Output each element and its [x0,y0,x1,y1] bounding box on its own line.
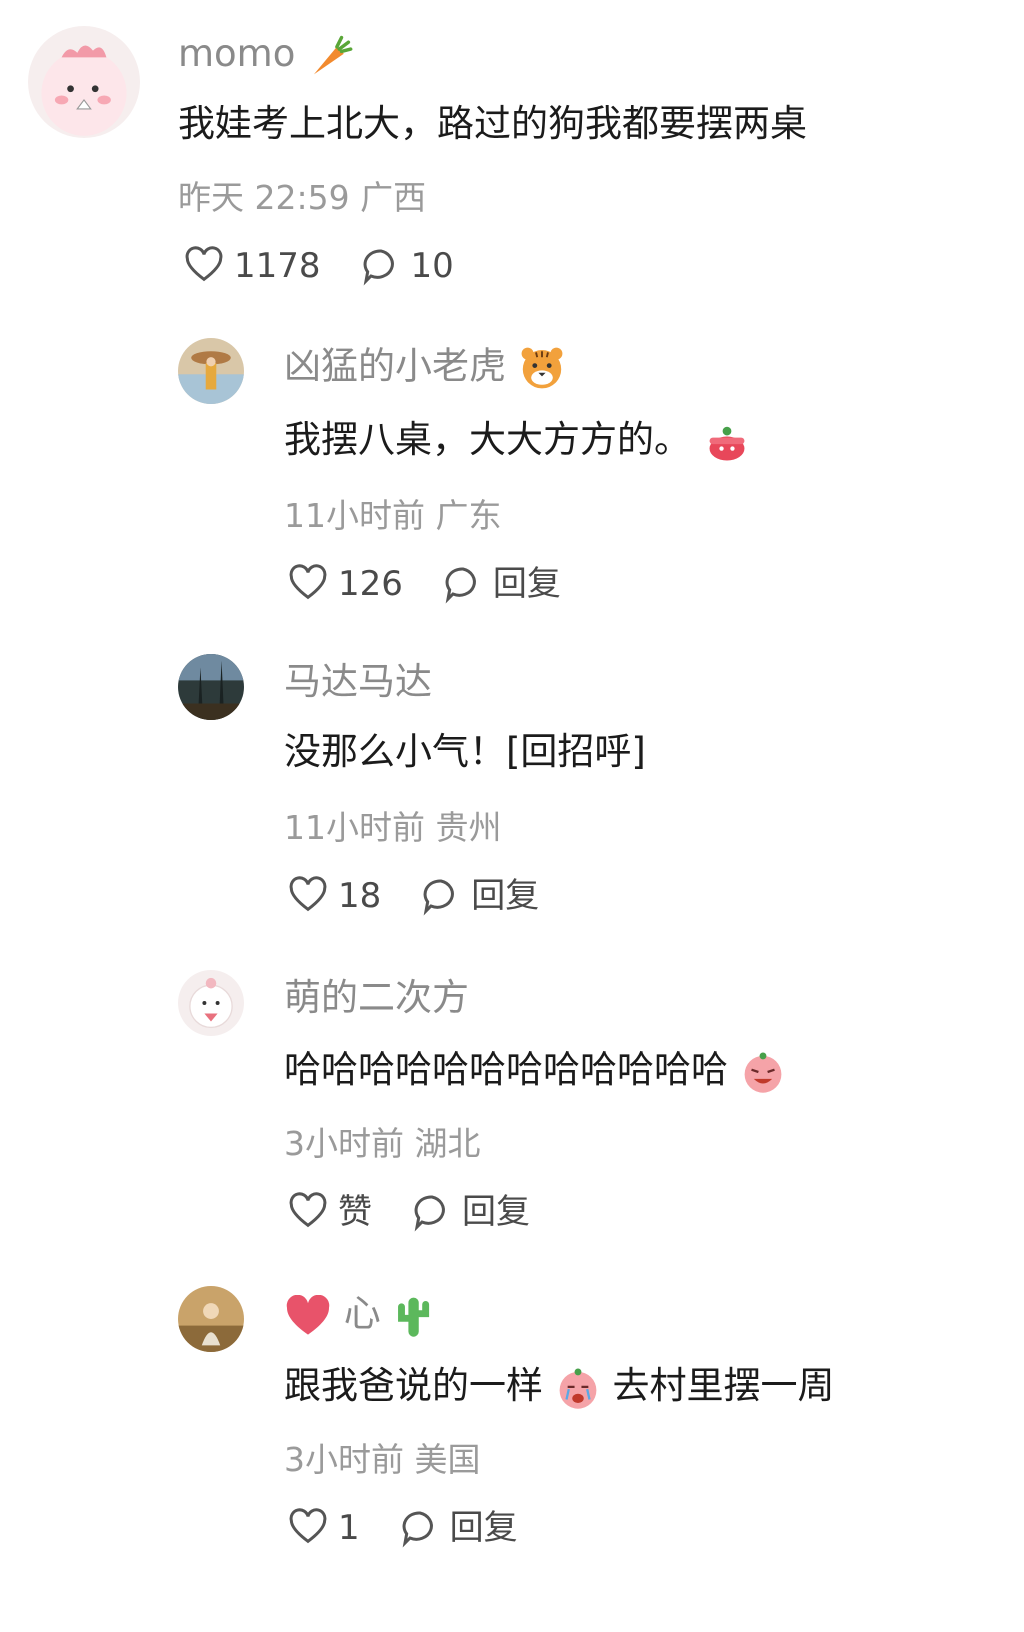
pot-emoji [703,420,751,464]
comment-actions: 赞 回复 [288,1192,570,1232]
like-count: 1 [338,1508,360,1548]
comment-text-body: 哈哈哈哈哈哈哈哈哈哈哈哈 [284,1048,728,1091]
comment-bubble-icon [363,249,394,286]
reply-button[interactable]: 回复 [443,564,561,604]
comment-meta: 11小时前 广东 [284,496,502,536]
reply-count: 10 [410,246,454,286]
comment-actions: 1 回复 [288,1508,558,1548]
like-button[interactable]: 1 [288,1508,360,1548]
comment-bubble-icon [414,1195,445,1232]
location: 湖北 [414,1124,481,1163]
username[interactable]: 凶猛的小老虎 [284,344,566,392]
reply-label: 回复 [471,876,540,916]
laughing-crying-emoji [740,1049,786,1095]
like-button[interactable]: 126 [288,564,403,604]
like-count: 18 [338,876,382,916]
location: 广东 [435,496,502,535]
username[interactable]: 马达马达 [284,660,432,704]
comment-text-part1: 跟我爸说的一样 [284,1364,543,1407]
comment-bubble-icon [402,1511,433,1548]
comment-text: 跟我爸说的一样 去村里摆一周 [284,1364,835,1411]
comment-actions: 18 回复 [288,876,579,916]
comment-bubble-icon [445,567,476,604]
username[interactable]: momo [178,32,353,79]
location: 广西 [360,178,427,217]
like-button[interactable]: 赞 [288,1192,372,1232]
avatar[interactable] [178,970,244,1036]
heart-emoji [284,1294,332,1337]
comment-meta: 11小时前 贵州 [284,808,502,848]
comment-bubble-icon [423,879,455,916]
comment-meta: 3小时前 湖北 [284,1124,481,1164]
comment-meta: 3小时前 美国 [284,1440,481,1480]
timestamp: 3小时前 [284,1124,404,1163]
like-count: 1178 [234,246,321,286]
comment-text: 我摆八桌，大大方方的。 [284,418,751,464]
username-text[interactable]: 凶猛的小老虎 [284,345,506,388]
timestamp: 11小时前 [284,808,425,847]
like-count: 126 [338,564,403,604]
reply-button[interactable]: 回复 [400,1508,518,1548]
comment-actions: 126 回复 [288,564,601,604]
reply-button[interactable]: 回复 [421,876,539,916]
heart-outline-icon [185,246,223,282]
comment-text-body: 我摆八桌，大大方方的。 [284,418,691,461]
heart-outline-icon [289,876,327,912]
reply-label: 回复 [462,1192,530,1232]
like-button[interactable]: 1178 [184,246,321,286]
cactus-emoji [393,1293,433,1339]
heart-outline-icon [289,1508,327,1544]
reply-button[interactable]: 回复 [412,1192,530,1232]
username-text[interactable]: momo [178,32,295,75]
carrot-emoji [307,33,353,79]
location: 贵州 [435,808,502,847]
timestamp: 3小时前 [284,1440,404,1479]
reply-label: 回复 [492,564,561,604]
like-button[interactable]: 18 [288,876,381,916]
avatar[interactable] [178,1286,244,1352]
timestamp: 昨天 22:59 [178,178,350,217]
reply-button[interactable]: 10 [361,246,454,286]
username[interactable]: 萌的二次方 [284,976,469,1020]
comment-text: 没那么小气！[回招呼] [284,730,646,773]
comment-text: 我娃考上北大，路过的狗我都要摆两桌 [178,102,807,145]
timestamp: 11小时前 [284,496,425,535]
comment-text-part2: 去村里摆一周 [612,1364,835,1407]
avatar[interactable] [178,654,244,720]
reply-label: 回复 [449,1508,518,1548]
comment-meta: 昨天 22:59 广西 [178,178,426,218]
heart-outline-icon [289,1192,327,1228]
username[interactable]: 心 [284,1292,433,1339]
crying-emoji [555,1365,601,1411]
avatar[interactable] [178,338,244,404]
tiger-emoji [518,344,566,392]
like-label: 赞 [338,1192,372,1232]
username-text[interactable]: 心 [344,1292,381,1335]
comment-actions: 1178 10 [184,246,494,286]
avatar[interactable] [28,26,140,138]
heart-outline-icon [289,564,327,600]
location: 美国 [414,1440,481,1479]
comment-text: 哈哈哈哈哈哈哈哈哈哈哈哈 [284,1048,786,1095]
